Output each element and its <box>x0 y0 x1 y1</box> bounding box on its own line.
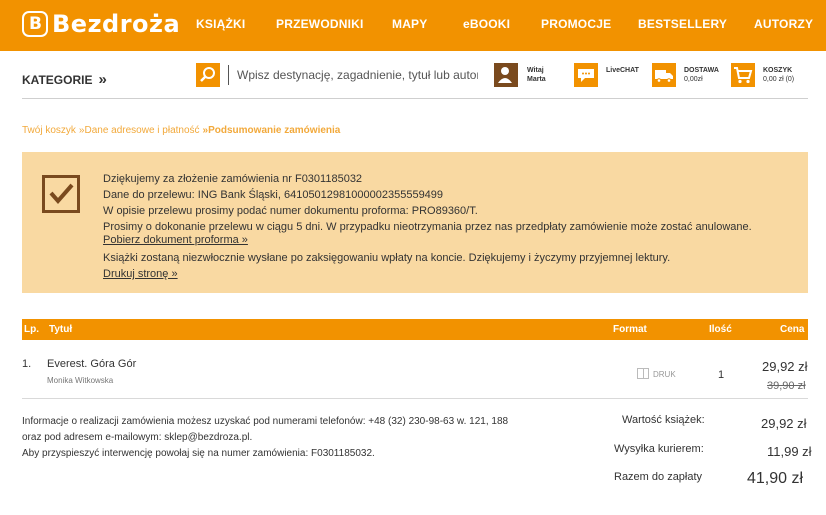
row-author[interactable]: Monika Witkowska <box>47 376 113 385</box>
row-qty: 1 <box>718 369 725 381</box>
nav-mapy[interactable]: MAPY <box>392 17 427 31</box>
logo-badge-icon: B <box>22 11 48 37</box>
info-phones: Informacje o realizacji zamówienia możes… <box>22 416 509 427</box>
print-page-link[interactable]: Drukuj stronę » <box>103 266 752 282</box>
shipping-label: Wysyłka kurierem: <box>614 443 704 455</box>
delivery-button[interactable] <box>652 63 676 87</box>
cart-button[interactable] <box>731 63 755 87</box>
user-name: Marta <box>527 76 546 83</box>
cart-value: 0,00 zł (0) <box>763 76 795 83</box>
nav-ksiazki[interactable]: KSIĄŻKI <box>196 17 245 31</box>
nav-przewodniki[interactable]: PRZEWODNIKI <box>276 17 364 31</box>
user-account-button[interactable] <box>494 63 518 87</box>
book-format-icon <box>637 368 649 379</box>
order-info-text: Informacje o realizacji zamówienia możes… <box>22 414 508 462</box>
total-value: 41,90 zł <box>747 470 804 487</box>
livechat-button[interactable] <box>574 63 598 87</box>
row-price: 29,92 zł <box>762 359 808 374</box>
col-lp: Lp. <box>24 324 39 335</box>
nav-autorzy[interactable]: AUTORZY <box>754 17 813 31</box>
row-old-price: 39,90 zł <box>767 380 806 392</box>
col-title: Tytuł <box>49 324 73 335</box>
confirmation-text: Dziękujemy za złożenie zamówienia nr F03… <box>103 171 752 282</box>
info-email: oraz pod adresem e-mailowym: sklep@bezdr… <box>22 432 253 443</box>
row-title[interactable]: Everest. Góra Gór <box>47 358 136 370</box>
chat-bubble-icon <box>578 69 594 82</box>
info-order-number: Aby przyspieszyć interwencję powołaj się… <box>22 448 375 459</box>
confirmation-thanks: Dziękujemy za złożenie zamówienia nr F03… <box>103 173 363 185</box>
nav-bestsellery[interactable]: BESTSELLERY <box>638 17 727 31</box>
divider <box>22 98 808 99</box>
top-navigation-bar: B Bezdroża KSIĄŻKI PRZEWODNIKI MAPY eBOO… <box>0 0 826 51</box>
breadcrumb-summary: »Podsumowanie zamówienia <box>202 125 341 136</box>
col-price: Cena <box>780 324 805 335</box>
breadcrumb: Twój koszyk »Dane adresowe i płatność »Pod… <box>22 125 343 136</box>
nav-ebooki[interactable]: eBOOKI <box>463 17 510 31</box>
books-value: 29,92 zł <box>761 416 807 431</box>
search-icon <box>200 67 215 82</box>
col-qty: Ilość <box>709 324 732 335</box>
cart-icon <box>734 67 753 84</box>
search-input[interactable] <box>228 65 478 85</box>
row-format: DRUK <box>653 370 676 379</box>
books-value-label: Wartość książek: <box>622 414 705 426</box>
search-button[interactable] <box>196 63 220 87</box>
download-proforma-link[interactable]: Pobierz dokument proforma » <box>103 235 752 246</box>
nav-promocje[interactable]: PROMOCJE <box>541 17 611 31</box>
row-lp: 1. <box>22 358 32 370</box>
payment-deadline: Prosimy o dokonanie przelewu w ciągu 5 d… <box>103 221 752 233</box>
shipping-value: 11,99 zł <box>767 444 812 459</box>
breadcrumb-address[interactable]: »Dane adresowe i płatność <box>79 125 200 136</box>
categories-menu[interactable]: KATEGORIE » <box>22 71 107 88</box>
breadcrumb-cart[interactable]: Twój koszyk <box>22 125 76 136</box>
row-divider <box>22 398 808 399</box>
categories-label: KATEGORIE <box>22 73 93 87</box>
transfer-details: Dane do przelewu: ING Bank Śląski, 64105… <box>103 189 444 201</box>
truck-icon <box>655 70 673 83</box>
chevron-right-icon: » <box>98 71 107 88</box>
total-label: Razem do zapłaty <box>614 471 703 483</box>
shipping-info: Książki zostaną niezwłocznie wysłane po … <box>103 252 671 264</box>
user-icon <box>498 67 512 83</box>
site-logo[interactable]: B Bezdroża <box>22 9 180 39</box>
livechat-label[interactable]: LiveCHAT <box>606 66 639 76</box>
logo-text: Bezdroża <box>52 10 181 38</box>
checkmark-icon <box>42 175 80 213</box>
transfer-description: W opisie przelewu prosimy podać numer do… <box>103 205 478 217</box>
order-confirmation-box: Dziękujemy za złożenie zamówienia nr F03… <box>22 152 808 293</box>
delivery-value: 0,00zł <box>684 76 703 83</box>
order-table-header: Lp. Tytuł Format Ilość Cena <box>22 319 808 340</box>
col-format: Format <box>613 324 647 335</box>
